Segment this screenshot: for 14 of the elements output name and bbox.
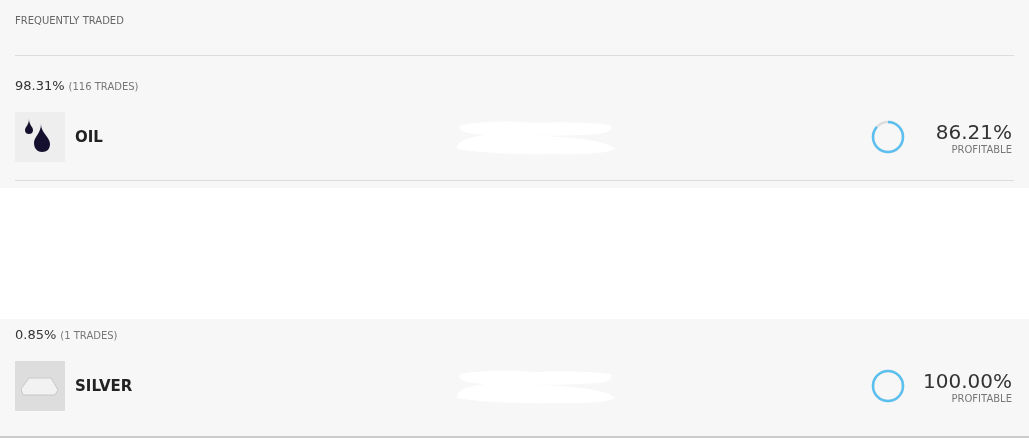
percentage-value: 98.31% — [15, 78, 65, 93]
profitable-label: PROFITABLE — [951, 143, 1012, 155]
profitable-percentage: 86.21% — [935, 119, 1012, 144]
section-title: FREQUENTLY TRADED — [14, 14, 125, 28]
trade-count: (1 TRADES) — [60, 330, 118, 341]
percentage-value: 0.85% — [15, 327, 57, 342]
profitable-label: PROFITABLE — [951, 392, 1012, 404]
instrument-name: OIL — [75, 128, 104, 146]
instrument-name: SILVER — [75, 377, 134, 395]
progress-ring — [870, 368, 906, 404]
ingot-icon — [21, 376, 59, 396]
profitable-percentage: 100.00% — [923, 368, 1012, 393]
trade-count: (116 TRADES) — [68, 81, 139, 92]
progress-ring — [870, 119, 906, 155]
